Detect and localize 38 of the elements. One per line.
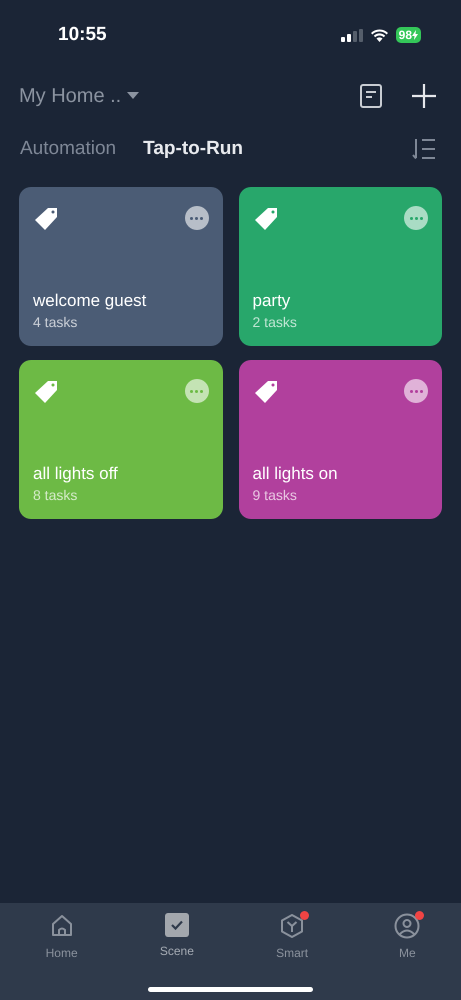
checkbox-icon: [164, 913, 189, 937]
more-button[interactable]: [404, 379, 428, 403]
add-icon[interactable]: [412, 84, 436, 108]
status-time: 10:55: [58, 22, 107, 47]
home-selector[interactable]: My Home ..: [19, 81, 140, 111]
scene-card[interactable]: all lights on 9 tasks: [238, 360, 442, 519]
task-count: 2 tasks: [252, 313, 298, 332]
more-button[interactable]: [184, 206, 208, 230]
scene-name: all lights on: [252, 463, 339, 485]
tag-icon: [252, 207, 278, 232]
tag-icon: [33, 207, 58, 232]
sort-icon[interactable]: [412, 138, 436, 160]
task-count: 9 tasks: [252, 486, 298, 505]
scene-card[interactable]: party 2 tasks: [238, 187, 442, 346]
bolt-icon: [412, 30, 418, 40]
scene-name: party: [252, 290, 292, 312]
battery-indicator: 98: [396, 27, 421, 43]
task-count: 8 tasks: [33, 486, 78, 505]
tab[interactable]: Tap-to-Run: [143, 134, 244, 164]
more-button[interactable]: [404, 206, 428, 230]
wifi-icon: [370, 28, 389, 42]
tab[interactable]: Automation: [20, 134, 116, 164]
document-icon[interactable]: [360, 84, 382, 108]
user-icon: [394, 913, 420, 939]
task-count: 4 tasks: [33, 313, 78, 332]
caret-icon: [127, 92, 140, 100]
nav-tab[interactable]: Smart: [230, 913, 346, 962]
nav-tab[interactable]: Scene: [115, 913, 230, 962]
nav-tab[interactable]: Home: [0, 913, 116, 962]
hexagon-icon: [279, 913, 306, 939]
tag-icon: [33, 380, 58, 405]
nav-tab[interactable]: Me: [346, 913, 461, 962]
scene-card[interactable]: all lights off 8 tasks: [19, 360, 222, 519]
tag-icon: [252, 380, 278, 405]
scene-card[interactable]: welcome guest 4 tasks: [19, 187, 222, 346]
signal-icon: [340, 28, 363, 42]
scene-name: welcome guest: [33, 290, 148, 312]
scene-name: all lights off: [33, 463, 119, 485]
